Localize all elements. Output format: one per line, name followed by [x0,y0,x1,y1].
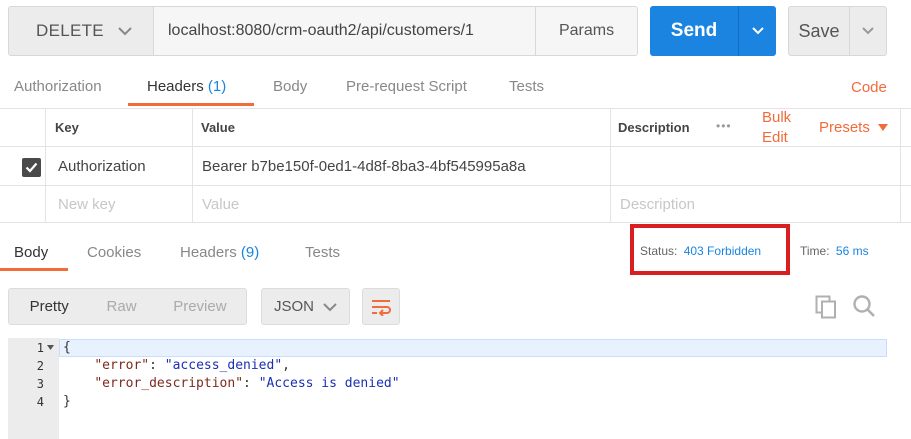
tab-prerequest-script[interactable]: Pre-request Script [346,76,467,106]
chevron-down-icon [118,27,132,36]
new-key-input[interactable]: New key [58,196,116,213]
header-enabled-checkbox[interactable] [22,158,41,177]
caret-down-icon [878,124,889,131]
line-number: 2 [36,359,44,373]
tab-prerequest-label: Pre-request Script [346,78,467,95]
send-label: Send [670,20,718,41]
new-description-input[interactable]: Description [620,196,695,213]
tab-tests[interactable]: Tests [509,76,544,106]
method-label: DELETE [36,21,104,40]
response-tab-tests[interactable]: Tests [305,244,340,261]
tab-headers-label: Headers [147,78,204,95]
url-text: localhost:8080/crm-oauth2/api/customers/… [168,22,474,39]
method-select[interactable]: DELETE [8,6,154,56]
time-label: Time: [800,244,830,258]
response-tab-cookies-label: Cookies [87,244,142,261]
table-col-divider [45,108,46,222]
header-value-cell[interactable]: Bearer b7be150f-0ed1-4d8f-8ba3-4bf545995… [202,158,526,175]
tab-tests-label: Tests [509,78,545,95]
params-button[interactable]: Params [535,6,638,56]
save-button[interactable]: Save [788,6,850,56]
line-number: 4 [36,395,44,409]
code-line-1: { [63,340,71,355]
bulk-edit-link[interactable]: Bulk Edit [762,108,791,148]
checkmark-icon [25,162,38,173]
json-separator: : [243,376,259,391]
table-col-divider [192,108,193,222]
format-label: JSON [274,298,315,315]
response-tab-body-label: Body [14,244,49,261]
tab-authorization[interactable]: Authorization [14,76,102,106]
code-line-4: } [63,394,71,409]
response-active-tab-indicator [0,268,68,271]
time-value: 56 ms [835,244,869,258]
save-label: Save [798,20,840,41]
chevron-down-icon [862,27,874,35]
json-key: "error_description" [94,376,244,391]
json-comma: , [282,358,290,373]
line-number: 1 [36,341,44,355]
code-brace-close: } [63,394,71,409]
save-dropdown-button[interactable] [849,6,887,56]
body-view-segmented-control: Pretty Raw Preview [8,288,247,325]
response-tab-headers[interactable]: Headers (9) [180,244,259,261]
response-tab-tests-label: Tests [305,244,341,261]
view-pretty-button[interactable]: Pretty [9,298,89,315]
copy-icon[interactable] [815,295,837,319]
header-key-cell[interactable]: Authorization [58,158,146,175]
fold-caret-icon[interactable] [47,345,54,350]
active-line-highlight [59,339,887,357]
tab-body[interactable]: Body [273,76,307,106]
table-col-divider [900,108,901,222]
code-line-3: "error_description": "Access is denied" [63,376,400,391]
bulk-edit-line2: Edit [762,129,788,146]
json-string-value: "Access is denied" [258,376,400,391]
json-separator: : [149,358,165,373]
chevron-down-icon [323,303,337,312]
active-tab-indicator [128,103,254,106]
response-tab-body[interactable]: Body [14,244,48,261]
code-link[interactable]: Code [851,79,887,96]
new-value-input[interactable]: Value [202,196,239,213]
column-header-value: Value [201,120,235,135]
view-preview-button[interactable]: Preview [154,298,246,315]
tab-body-label: Body [273,78,308,95]
table-row-border [0,185,911,186]
code-line-2: "error": "access_denied", [63,358,290,373]
column-header-key: Key [55,120,79,135]
tab-authorization-label: Authorization [14,78,102,95]
more-options-icon[interactable]: ••• [716,119,732,133]
status-highlight-box [630,224,790,275]
line-number: 3 [36,377,44,391]
response-divider [0,222,911,223]
json-string-value: "access_denied" [164,358,283,373]
presets-label: Presets [819,119,870,136]
chevron-down-icon [751,27,764,35]
presets-dropdown[interactable]: Presets [819,119,889,136]
send-button[interactable]: Send [650,6,738,56]
response-tab-cookies[interactable]: Cookies [87,244,141,261]
table-col-divider [610,108,611,222]
response-headers-count: (9) [240,244,260,261]
json-key: "error" [94,358,150,373]
format-select[interactable]: JSON [261,288,350,325]
column-header-description: Description [618,120,690,135]
wrap-lines-button[interactable] [362,288,400,325]
response-tab-headers-label: Headers [180,244,237,261]
url-input[interactable]: localhost:8080/crm-oauth2/api/customers/… [153,6,536,56]
tab-headers[interactable]: Headers (1) [147,76,226,106]
code-brace-open: { [63,340,71,355]
send-dropdown-button[interactable] [738,6,776,56]
tab-headers-count: (1) [207,78,227,95]
wrap-lines-icon [372,299,391,316]
params-label: Params [558,22,615,39]
time-indicator: Time: 56 ms [800,244,869,258]
bulk-edit-line1: Bulk [762,109,792,126]
view-raw-button[interactable]: Raw [89,298,153,315]
search-icon[interactable] [852,294,876,318]
